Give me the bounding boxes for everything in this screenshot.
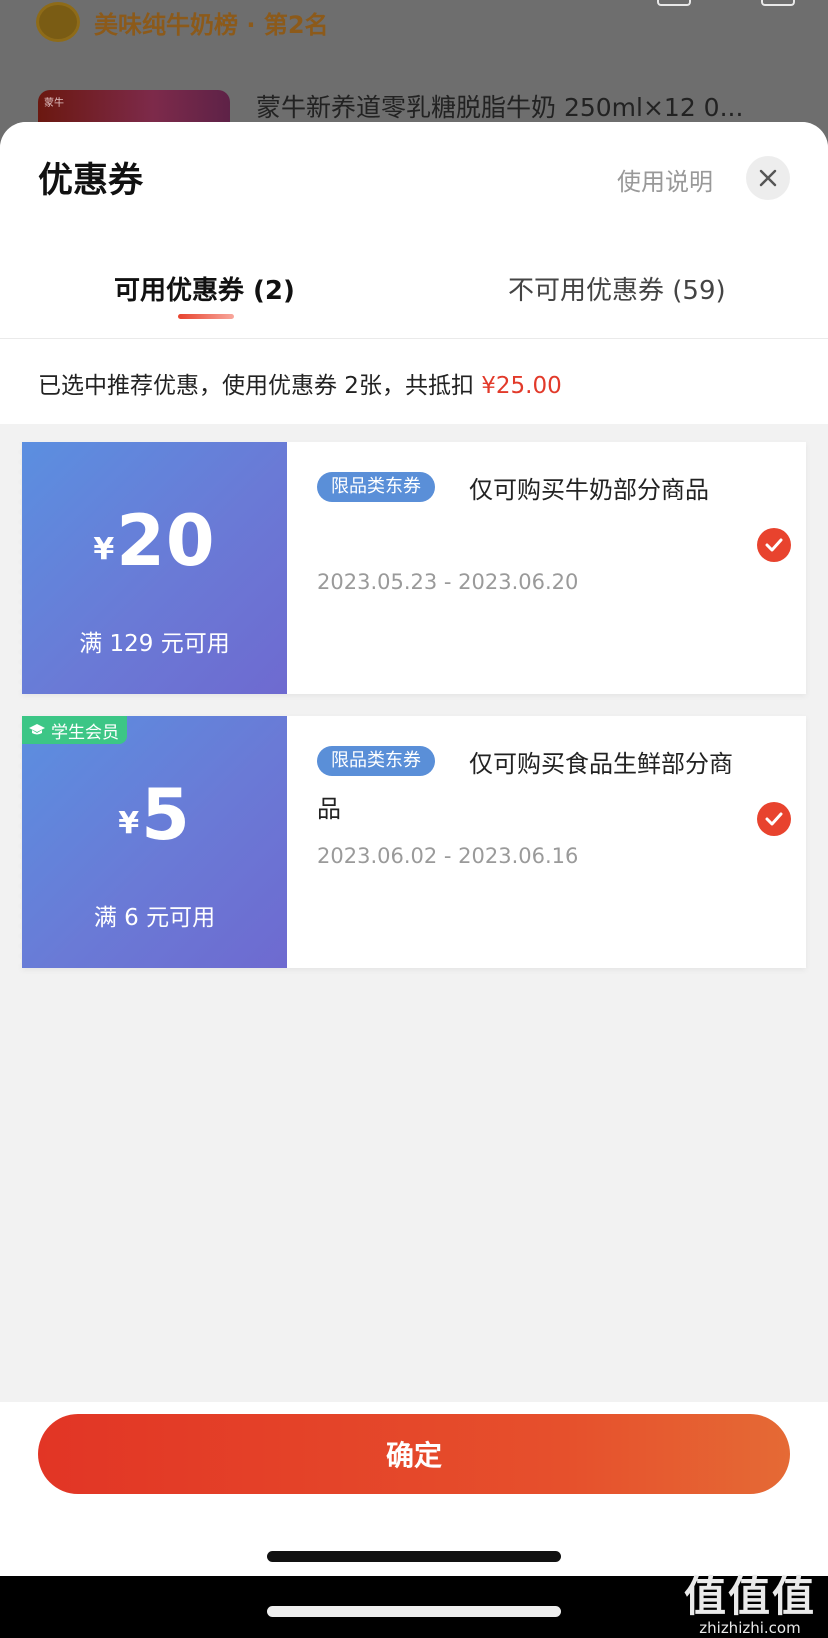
coupon-value-panel: ¥20 满 129 元可用 bbox=[18, 442, 287, 694]
sheet-title: 优惠券 bbox=[38, 161, 144, 201]
watermark-logo: 值值值 bbox=[683, 1572, 816, 1621]
rank-banner: 美味纯牛奶榜 · 第2名 bbox=[36, 2, 329, 42]
coupon-amount: ¥20 bbox=[22, 500, 287, 582]
currency-symbol: ¥ bbox=[118, 806, 140, 841]
sheet-footer: 确定 bbox=[0, 1402, 828, 1576]
discount-summary: 已选中推荐优惠，使用优惠券 2张，共抵扣 ¥25.00 bbox=[0, 338, 828, 424]
thumbnail-brand: 蒙牛 bbox=[44, 98, 64, 109]
coupon-selected-checkbox[interactable] bbox=[757, 802, 791, 836]
check-icon bbox=[765, 812, 783, 826]
coupon-card[interactable]: 学生会员 ¥5 满 6 元可用 限品类东券 仅可购买食品生鲜部分商品 2023.… bbox=[18, 716, 806, 968]
coupon-description: 仅可购买牛奶部分商品 bbox=[469, 476, 709, 504]
coupon-value-panel: 学生会员 ¥5 满 6 元可用 bbox=[18, 716, 287, 968]
coupon-validity-dates: 2023.05.23 - 2023.06.20 bbox=[317, 570, 579, 594]
home-indicator bbox=[267, 1551, 561, 1562]
close-icon bbox=[759, 169, 777, 187]
student-member-badge: 学生会员 bbox=[22, 716, 127, 744]
usage-instructions-link[interactable]: 使用说明 bbox=[617, 162, 713, 197]
check-icon bbox=[765, 538, 783, 552]
rank-text: 美味纯牛奶榜 · 第2名 bbox=[94, 10, 329, 39]
summary-label: 已选中推荐优惠，使用优惠券 2张，共抵扣 bbox=[38, 373, 482, 399]
sheet-header: 优惠券 使用说明 可用优惠券 (2) 不可用优惠券 (59) bbox=[0, 122, 828, 338]
coupon-description: 仅可购买食品生鲜部分商品 bbox=[317, 750, 733, 823]
tab-unavailable-coupons[interactable]: 不可用优惠券 (59) bbox=[508, 270, 726, 307]
coupon-validity-dates: 2023.06.02 - 2023.06.16 bbox=[317, 844, 579, 868]
background-icon bbox=[761, 0, 795, 6]
coupon-amount: ¥5 bbox=[22, 774, 287, 856]
coupon-card[interactable]: ¥20 满 129 元可用 限品类东券 仅可购买牛奶部分商品 2023.05.2… bbox=[18, 442, 806, 694]
watermark-url: zhizhizhi.com bbox=[699, 1619, 801, 1637]
coupon-amount-value: 5 bbox=[141, 774, 191, 856]
coupon-amount-value: 20 bbox=[116, 500, 216, 582]
summary-amount: ¥25.00 bbox=[481, 373, 562, 399]
watermark: 值值值 zhizhizhi.com bbox=[676, 1574, 824, 1638]
active-tab-indicator bbox=[178, 314, 234, 319]
confirm-button[interactable]: 确定 bbox=[38, 1414, 790, 1494]
product-title: 蒙牛新养道零乳糖脱脂牛奶 250ml×12 0... bbox=[256, 93, 744, 122]
background-icon bbox=[657, 0, 691, 6]
home-indicator-secondary bbox=[267, 1606, 561, 1617]
rank-icon bbox=[36, 2, 80, 42]
currency-symbol: ¥ bbox=[93, 532, 115, 567]
badge-label: 学生会员 bbox=[51, 722, 119, 743]
coupon-type-tag: 限品类东券 bbox=[317, 472, 435, 502]
coupon-condition: 满 129 元可用 bbox=[79, 631, 230, 657]
coupon-selected-checkbox[interactable] bbox=[757, 528, 791, 562]
coupon-condition: 满 6 元可用 bbox=[93, 905, 216, 931]
close-button[interactable] bbox=[746, 156, 790, 200]
summary-text: 已选中推荐优惠，使用优惠券 2张，共抵扣 ¥25.00 bbox=[38, 366, 562, 400]
tab-available-coupons[interactable]: 可用优惠券 (2) bbox=[114, 270, 295, 307]
coupon-sheet: 优惠券 使用说明 可用优惠券 (2) 不可用优惠券 (59) 已选中推荐优惠，使… bbox=[0, 122, 828, 1576]
graduation-cap-icon bbox=[29, 724, 45, 735]
